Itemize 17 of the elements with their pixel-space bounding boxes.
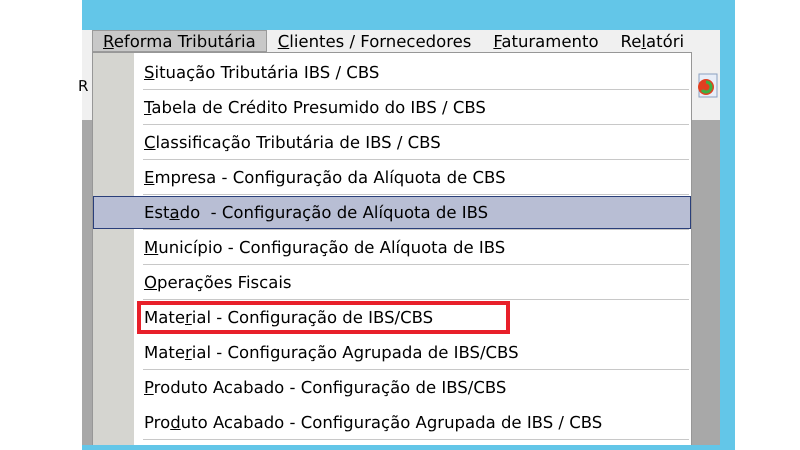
toolbar-text: R — [78, 77, 88, 95]
menu-item[interactable]: Município - Configuração de Alíquota de IBS — [93, 231, 691, 264]
menu-item[interactable]: Material - Configuração de IBS/CBS — [93, 301, 691, 334]
menu-item[interactable]: Empresa - Configuração da Alíquota de CBS — [93, 161, 691, 194]
menu-item[interactable]: Estado - Configuração de Alíquota de IBS — [93, 196, 691, 229]
menu-item[interactable]: Material - Configuração Agrupada de IBS/CBS — [93, 336, 691, 369]
menu-item[interactable]: Situação Tributária IBS / CBS — [93, 56, 691, 89]
refresh-icon[interactable] — [696, 73, 718, 99]
menu-bar-item[interactable]: Relatóri — [610, 30, 696, 52]
menu-item[interactable]: Tabela de Crédito Presumido do IBS / CBS — [93, 91, 691, 124]
menu-item[interactable]: Produto Acabado - Configuração de IBS/CBS — [93, 371, 691, 404]
menu-bar-item[interactable]: Faturamento — [482, 30, 610, 52]
menu-item[interactable]: Classificação Tributária de IBS / CBS — [93, 126, 691, 159]
menu-bar-item[interactable]: Clientes / Fornecedores — [266, 30, 482, 52]
menu-item[interactable]: Operações Fiscais — [93, 266, 691, 299]
menu-item[interactable]: Produto Acabado - Configuração Agrupada de IBS / CBS — [93, 406, 691, 439]
menu-bar-item[interactable]: Reforma Tributária — [92, 30, 267, 52]
